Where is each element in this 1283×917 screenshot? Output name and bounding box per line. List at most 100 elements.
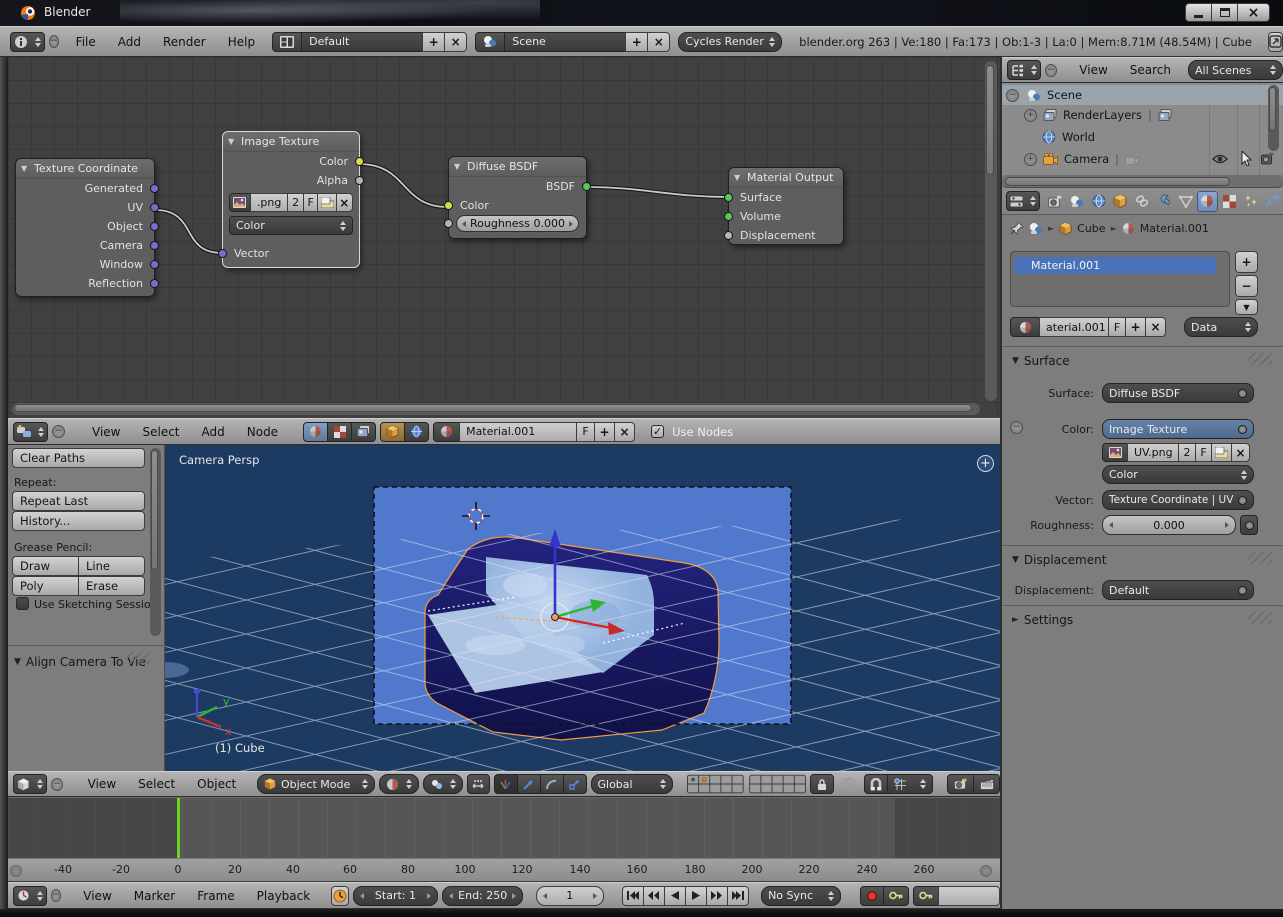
displacement-select[interactable]: Default [1102,580,1254,600]
image-users-button[interactable]: 2 [287,193,303,212]
node-editor[interactable]: ▼Texture Coordinate Generated UV Object … [8,57,1000,418]
socket-generated[interactable] [150,184,159,193]
texture-tree-button[interactable] [327,422,352,442]
node-editor-hscrollbar[interactable] [12,403,980,415]
viewport-shading-select[interactable] [379,774,419,794]
collapse-icon[interactable]: ▼ [734,168,740,188]
tab-render[interactable] [1045,191,1066,212]
mode-select[interactable]: Object Mode [257,774,375,794]
fake-user-button[interactable]: F [576,422,595,442]
menu-select[interactable]: Select [129,777,184,791]
node-header[interactable]: ▼Diffuse BSDF [449,157,586,177]
roughness-node-dot-button[interactable] [1240,515,1258,535]
collapse-menus-button[interactable]: − [51,889,61,902]
panel-resize-grip[interactable] [1248,612,1272,624]
displacement-panel-header[interactable]: ▼Displacement [1012,553,1106,567]
node-diffuse-bsdf[interactable]: ▼Diffuse BSDF BSDF Color Roughness 0.000 [448,156,587,239]
renderable-camera-icon[interactable] [1261,152,1276,165]
opengl-render-anim-button[interactable] [973,774,1000,794]
vector-input-select[interactable]: Texture Coordinate | UV [1102,490,1254,510]
menu-object[interactable]: Object [188,777,245,791]
outliner-hscrollbar[interactable] [1002,175,1283,188]
fake-user-button[interactable]: F [1195,443,1212,462]
tab-modifiers[interactable] [1154,191,1175,212]
expand-toggle[interactable]: + [1024,109,1037,122]
collapse-icon[interactable]: ▼ [21,159,27,179]
panel-resize-grip[interactable] [126,652,150,664]
tab-material[interactable] [1197,191,1218,212]
breadcrumb-material[interactable]: Material.001 [1140,222,1209,235]
jump-prev-keyframe-button[interactable] [643,886,665,906]
menu-render[interactable]: Render [154,35,215,49]
tab-particles[interactable] [1241,191,1262,212]
image-users-button[interactable]: 2 [1178,443,1196,462]
visibility-eye-icon[interactable] [1212,153,1228,165]
panel-resize-grip[interactable] [1248,552,1272,564]
manipulator-toggle-button[interactable] [494,774,518,794]
material-link-select[interactable]: Data [1184,317,1258,337]
current-frame-field[interactable]: 1 [536,886,605,906]
socket-alpha[interactable] [355,176,364,185]
jump-to-start-button[interactable] [622,886,644,906]
menu-frame[interactable]: Frame [188,889,243,903]
socket-displacement[interactable] [724,231,733,240]
menu-view[interactable]: View [83,425,129,439]
editor-type-node-button[interactable] [13,422,48,442]
end-frame-field[interactable]: End: 250 [442,886,523,906]
node-editor-vscrollbar[interactable] [985,61,997,401]
expand-toggle[interactable]: − [1006,89,1019,102]
outliner-row-renderlayers[interactable]: + RenderLayers | [1024,105,1283,125]
material-name-field[interactable]: aterial.001 [1039,317,1109,337]
node-image-texture[interactable]: ▼Image Texture Color Alpha .png 2 F × Co… [222,131,360,268]
manipulator-extra-button[interactable] [467,774,489,794]
menu-search[interactable]: Search [1121,63,1180,77]
scene-name-field[interactable]: Scene [504,32,626,52]
maximize-button[interactable] [1211,3,1238,22]
translate-manipulator-button[interactable] [517,774,541,794]
color-node-dot[interactable] [1238,425,1247,434]
socket-object[interactable] [150,222,159,231]
node-material-output[interactable]: ▼Material Output Surface Volume Displace… [728,167,844,245]
remove-material-slot-button[interactable]: − [1235,275,1258,297]
open-image-button[interactable] [317,193,336,212]
node-header[interactable]: ▼Texture Coordinate [16,159,154,179]
tab-constraints[interactable] [1132,191,1153,212]
history-button[interactable]: History... [12,511,145,531]
socket-camera[interactable] [150,241,159,250]
timeline-scrollbar[interactable]: -40 -20 0 20 40 60 80 100 120 140 160 18… [8,858,1000,882]
socket-roughness[interactable] [444,219,453,228]
add-screen-layout-button[interactable]: + [422,32,445,52]
tab-data[interactable] [1175,191,1196,212]
unlink-material-button[interactable]: × [614,422,635,442]
add-material-slot-button[interactable]: + [1235,251,1258,273]
jump-next-keyframe-button[interactable] [706,886,728,906]
scene-icon[interactable] [1029,222,1043,235]
gp-draw-button[interactable]: Draw [12,556,79,576]
region-expand-button[interactable]: + [977,455,994,472]
shader-tree-button[interactable] [303,422,328,442]
transform-orientation-select[interactable]: Global [591,774,674,794]
shader-node-dot[interactable] [1238,389,1247,398]
scrollbar-right-cap[interactable] [980,865,992,877]
add-scene-button[interactable]: + [625,32,648,52]
image-browse-button[interactable] [229,193,251,212]
material-browse-button[interactable] [1010,317,1040,337]
node-header[interactable]: ▼Material Output [729,168,843,188]
open-image-button[interactable] [1211,443,1232,462]
play-button[interactable] [685,886,707,906]
current-frame-playhead[interactable] [177,798,180,859]
use-preview-range-button[interactable] [331,886,348,906]
snap-toggle-button[interactable] [864,774,888,794]
editor-type-info-button[interactable] [10,32,45,52]
menu-select[interactable]: Select [133,425,188,439]
timeline-band[interactable] [8,797,1000,858]
tab-world[interactable] [1088,191,1109,212]
gp-erase-button[interactable]: Erase [78,576,145,596]
material-name-field[interactable]: Material.001 [459,422,577,442]
window-duplicate-button[interactable] [1268,32,1283,52]
delete-scene-button[interactable]: × [647,32,670,52]
editor-type-timeline-button[interactable] [13,886,47,906]
clear-paths-button[interactable]: Clear Paths [12,448,145,468]
socket-volume[interactable] [724,212,733,221]
menu-help[interactable]: Help [219,35,264,49]
